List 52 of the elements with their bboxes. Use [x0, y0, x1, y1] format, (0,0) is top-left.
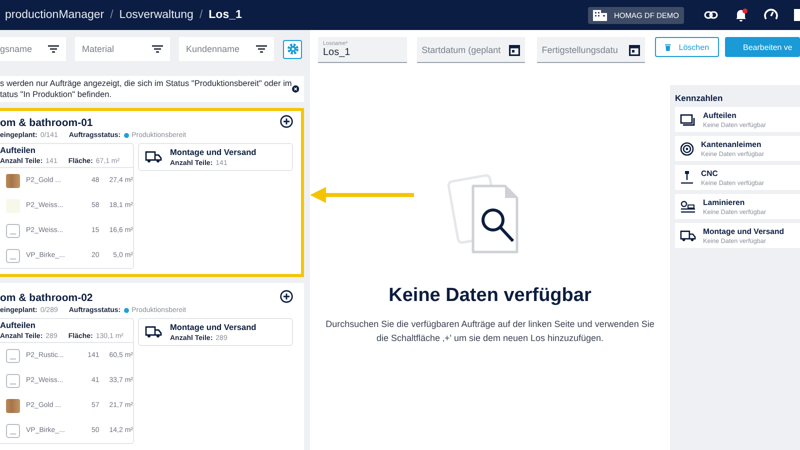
step-title: Aufteilen	[0, 320, 36, 330]
image-placeholder-icon	[6, 348, 20, 362]
empty-text: Durchsuchen Sie die verfügbaren Aufträge auf der linken Seite und verwenden Sie die Schaltfläche ‚+' um sie dem neuen Los hinzuzufügen.	[324, 318, 656, 345]
drill-icon	[680, 170, 694, 184]
step-title: Aufteilen	[0, 145, 36, 155]
order-title: om & bathroom-01	[0, 117, 94, 129]
step-title: Montage und Versand	[170, 147, 256, 157]
filter-field[interactable]: gsname	[0, 37, 66, 61]
filter-icon	[256, 45, 267, 53]
trash-icon	[665, 42, 671, 52]
bell-icon[interactable]	[734, 8, 748, 22]
image-placeholder-icon	[6, 248, 20, 262]
truck-icon	[145, 151, 162, 163]
calendar-icon	[508, 44, 520, 56]
roll-icon	[680, 142, 694, 156]
panels-icon	[680, 114, 696, 126]
filter-icon	[152, 45, 163, 53]
building-icon	[593, 10, 607, 20]
breadcrumb-link[interactable]: Los_1	[208, 9, 242, 21]
notice-text: tatus "In Produktion" befinden.	[0, 89, 113, 100]
breadcrumb-separator: /	[199, 9, 203, 21]
wood-swatch	[6, 174, 20, 188]
calendar-icon	[629, 44, 640, 56]
add-icon[interactable]	[280, 115, 293, 128]
image-placeholder-icon	[6, 424, 20, 438]
image-placeholder-icon	[6, 374, 20, 388]
empty-title: Keine Daten verfügbar	[388, 285, 592, 307]
wood-swatch	[6, 398, 20, 412]
truck-icon	[145, 326, 162, 338]
press-icon	[680, 200, 696, 214]
notice-text: s werden nur Aufträge angezeigt, die sich im Status "Produktionsbereit" oder im	[0, 78, 292, 89]
link-icon[interactable]	[704, 11, 718, 19]
add-icon[interactable]	[280, 290, 293, 303]
close-icon[interactable]	[292, 83, 299, 95]
breadcrumb-link[interactable]: productionManager	[5, 9, 104, 21]
date-field[interactable]: Startdatum (geplant	[416, 37, 525, 63]
breadcrumb-separator: /	[110, 9, 114, 21]
settings-button[interactable]	[283, 40, 302, 58]
filter-field[interactable]: Material	[75, 37, 170, 61]
order-title: om & bathroom-02	[0, 292, 94, 304]
kpi-title: Kennzahlen	[675, 93, 724, 103]
filter-icon	[48, 45, 59, 53]
delete-button[interactable]: Löschen	[655, 37, 720, 57]
truck-icon	[680, 230, 696, 242]
step-title: Montage und Versand	[170, 322, 256, 332]
filter-field[interactable]: Kundenname	[179, 37, 274, 61]
breadcrumb-link[interactable]: Losverwaltung	[119, 9, 194, 21]
gear-icon	[286, 43, 298, 55]
date-field[interactable]: Fertigstellungsdatu	[536, 37, 646, 63]
gauge-icon[interactable]	[764, 8, 778, 22]
image-placeholder-icon	[6, 224, 20, 238]
edit-button[interactable]: Bearbeiten ve	[725, 37, 800, 57]
